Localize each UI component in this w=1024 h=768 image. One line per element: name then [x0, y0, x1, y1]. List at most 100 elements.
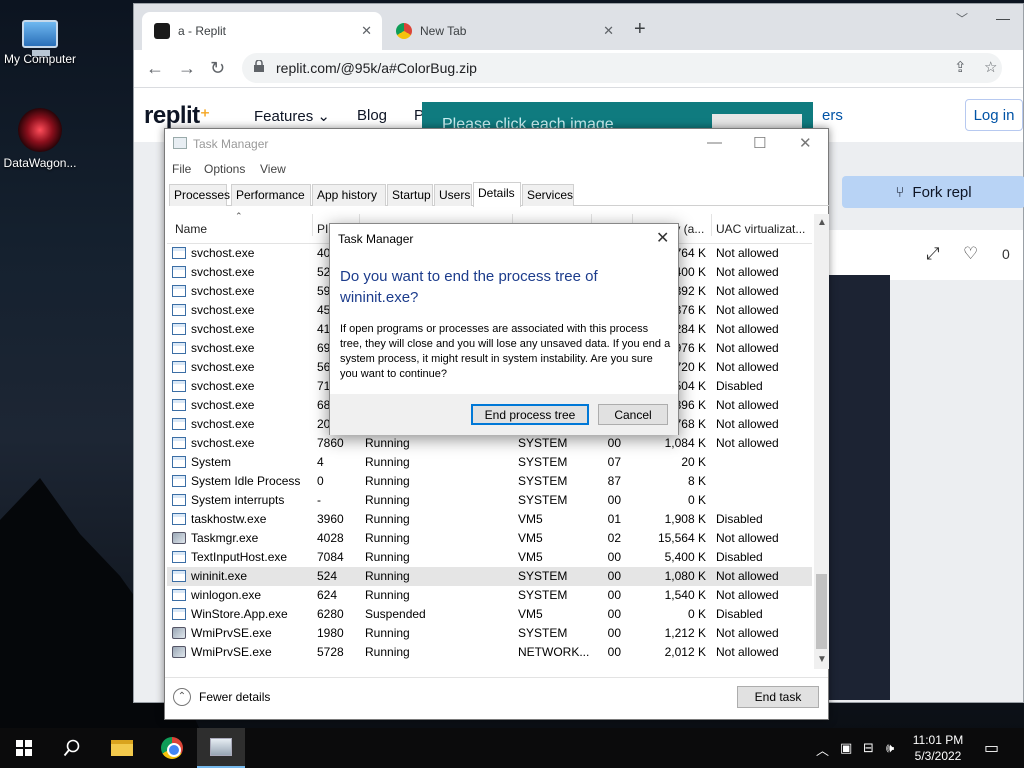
tab-startup[interactable]: Startup — [387, 184, 433, 206]
browser-tab-new-tab[interactable]: New Tab ✕ — [384, 12, 624, 50]
taskbar-file-explorer[interactable] — [98, 728, 146, 768]
replit-logo[interactable]: replit⁺ — [144, 102, 210, 130]
back-arrow-icon[interactable]: ← — [146, 58, 164, 79]
menu-file[interactable]: File — [172, 162, 191, 176]
end-task-button[interactable]: End task — [737, 686, 819, 708]
search-icon — [63, 739, 80, 757]
close-icon[interactable]: ✕ — [656, 228, 669, 248]
start-button[interactable] — [0, 728, 48, 768]
forward-arrow-icon[interactable]: → — [178, 58, 196, 79]
notifications-icon[interactable]: ▭ — [984, 738, 999, 758]
network-icon[interactable]: ⊟ — [863, 740, 874, 756]
reload-icon[interactable]: ↻ — [210, 58, 225, 79]
cell-pid: 4 — [317, 455, 324, 469]
cell-name: taskhostw.exe — [191, 512, 267, 526]
menu-view[interactable]: View — [260, 162, 286, 176]
maximize-icon[interactable]: ☐ — [753, 134, 766, 152]
close-icon[interactable]: ✕ — [361, 23, 372, 39]
new-tab-button[interactable]: + — [634, 18, 646, 41]
heart-icon[interactable]: ♡ — [963, 244, 978, 264]
login-button[interactable]: Log in — [965, 99, 1023, 131]
tab-app-history[interactable]: App history — [312, 184, 386, 206]
monitor-icon[interactable]: ▣ — [840, 740, 852, 756]
tab-services[interactable]: Services — [522, 184, 574, 206]
minimize-icon[interactable]: — — [707, 134, 722, 151]
tab-details[interactable]: Details — [473, 182, 521, 207]
cell-uac: Disabled — [716, 379, 763, 393]
browser-tab-replit[interactable]: a - Replit ✕ — [142, 12, 382, 50]
column-header-uac[interactable]: UAC virtualizat... — [711, 214, 811, 236]
table-row[interactable]: svchost.exe 7860 Running SYSTEM 00 1,084 K Not… — [167, 434, 812, 453]
close-icon[interactable]: ✕ — [603, 23, 614, 39]
tab-processes[interactable]: Processes — [169, 184, 230, 206]
cell-mem: 8 K — [687, 474, 706, 488]
table-row[interactable]: TextInputHost.exe 7084 Running VM5 00 5,400 K… — [167, 548, 812, 567]
tab-performance[interactable]: Performance — [231, 184, 311, 206]
table-row[interactable]: Taskmgr.exe 4028 Running VM5 02 15,564 K Not a… — [167, 529, 812, 548]
fewer-details-button[interactable]: ⌃ Fewer details — [173, 688, 270, 706]
fork-repl-button[interactable]: ⑂ Fork repl — [842, 176, 1024, 208]
table-row[interactable]: System 4 Running SYSTEM 07 20 K — [167, 453, 812, 472]
tab-users[interactable]: Users — [434, 184, 472, 206]
cell-status: Running — [365, 512, 410, 526]
table-row[interactable]: wininit.exe 524 Running SYSTEM 00 1,080 K Not … — [167, 567, 812, 586]
fewer-details-label: Fewer details — [199, 690, 271, 704]
close-icon[interactable]: ✕ — [799, 134, 812, 152]
desktop-icon-datawagon[interactable]: DataWagon... — [0, 108, 80, 170]
column-header-name[interactable]: Name — [171, 214, 311, 236]
system-clock[interactable]: 11:01 PM 5/3/2022 — [898, 732, 978, 764]
taskbar-task-manager[interactable] — [197, 728, 245, 768]
bookmark-star-icon[interactable]: ☆ — [984, 58, 997, 76]
dialog-button-bar: End process tree Cancel — [330, 394, 678, 435]
dialog-heading: Do you want to end the process tree of w… — [340, 268, 598, 306]
scroll-down-icon[interactable]: ▼ — [817, 654, 827, 665]
cell-user: SYSTEM — [518, 436, 568, 450]
table-row[interactable]: WinStore.App.exe 6280 Suspended VM5 00 0 K Dis… — [167, 605, 812, 624]
cell-uac: Disabled — [716, 607, 763, 621]
cell-uac: Not allowed — [716, 265, 779, 279]
nav-blog[interactable]: Blog — [357, 107, 387, 124]
table-row[interactable]: System interrupts - Running SYSTEM 00 0 K — [167, 491, 812, 510]
minimize-icon[interactable]: — — [996, 10, 1010, 26]
chevron-down-icon: ⌄ — [317, 108, 330, 125]
table-row[interactable]: taskhostw.exe 3960 Running VM5 01 1,908 K Disa… — [167, 510, 812, 529]
table-row[interactable]: System Idle Process 0 Running SYSTEM 87 8 K — [167, 472, 812, 491]
scrollbar-thumb[interactable] — [816, 574, 827, 649]
task-manager-tabs: Processes Performance App history Startu… — [169, 182, 829, 207]
search-button[interactable] — [48, 728, 96, 768]
taskbar-chrome[interactable] — [148, 728, 196, 768]
end-process-tree-button[interactable]: End process tree — [471, 404, 589, 425]
cell-name: wininit.exe — [191, 569, 248, 583]
share-icon[interactable]: ⇪ — [954, 58, 967, 76]
vertical-scrollbar[interactable]: ▲ ▼ — [814, 214, 829, 669]
table-row[interactable]: winlogon.exe 624 Running SYSTEM 00 1,540 K Not… — [167, 586, 812, 605]
cell-user: SYSTEM — [518, 569, 568, 583]
process-window-icon — [172, 456, 186, 468]
cancel-button[interactable]: Cancel — [598, 404, 668, 425]
cell-uac: Not allowed — [716, 626, 779, 640]
show-hidden-icons-chevron-icon[interactable]: ︿ — [816, 740, 829, 759]
cell-name: System interrupts — [191, 493, 285, 507]
cell-user: NETWORK... — [518, 645, 590, 659]
cell-uac: Not allowed — [716, 398, 779, 412]
process-window-icon — [172, 494, 186, 506]
volume-icon[interactable]: 🕪 — [886, 740, 894, 756]
tab-search-chevron-icon[interactable]: ﹀ — [956, 10, 968, 27]
table-row[interactable]: WmiPrvSE.exe 1980 Running SYSTEM 00 1,212 K No… — [167, 624, 812, 643]
cell-user: SYSTEM — [518, 493, 568, 507]
cell-mem: 1,084 K — [664, 436, 706, 450]
scroll-up-icon[interactable]: ▲ — [817, 217, 827, 228]
nav-features[interactable]: Features ⌄ — [254, 107, 330, 125]
task-manager-icon — [173, 137, 187, 149]
menu-options[interactable]: Options — [204, 162, 245, 176]
address-bar[interactable]: replit.com/@95k/a#ColorBug.zip ⇪ ☆ — [242, 53, 1002, 83]
table-row[interactable]: WmiPrvSE.exe 5728 Running NETWORK... 00 2,012… — [167, 643, 812, 662]
dialog-message: If open programs or processes are associ… — [340, 323, 671, 380]
process-window-icon — [172, 380, 186, 392]
url-text: replit.com/@95k/a#ColorBug.zip — [276, 60, 477, 76]
cell-mem: 15,564 K — [657, 531, 706, 545]
desktop-icon-my-computer[interactable]: My Computer — [0, 10, 80, 66]
cell-name: svchost.exe — [191, 322, 255, 336]
nav-partial-right[interactable]: ers — [822, 107, 843, 124]
expand-icon[interactable]: ⤢ — [926, 244, 940, 264]
